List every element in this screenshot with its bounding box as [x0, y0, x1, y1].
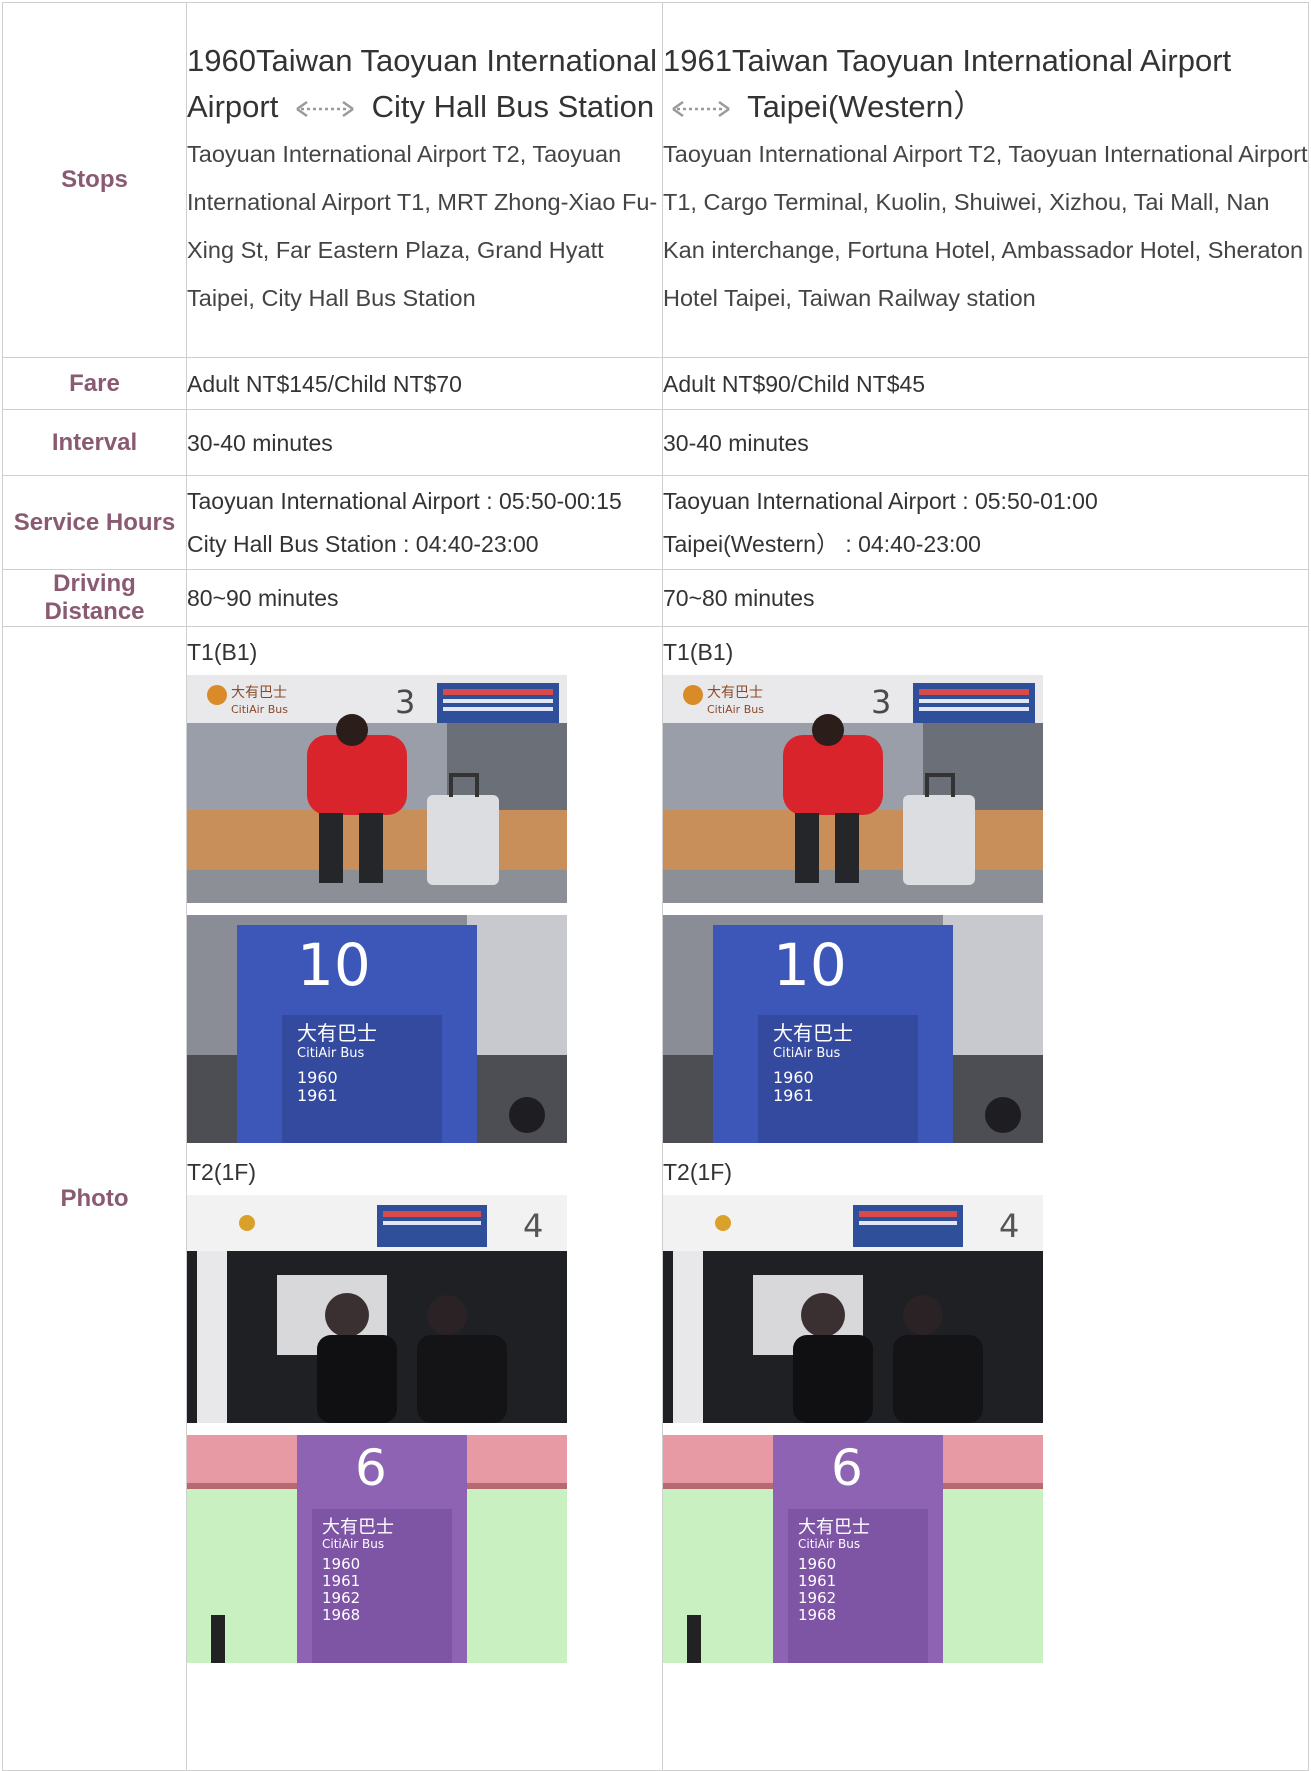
stops-col2: 1961Taiwan Taoyuan International Airport…: [662, 2, 1309, 358]
photo-gate-10: 10 大有巴士 CitiAir Bus 1960 1961: [187, 915, 567, 1143]
route-from: Taiwan Taoyuan International Airport: [731, 43, 1232, 78]
photo-counter-3: 大有巴士 CitiAir Bus 3: [187, 675, 567, 903]
photo-col1: T1(B1) 大有巴士 CitiAir Bus 3 10 大有巴士 CitiAi…: [186, 626, 663, 1771]
double-arrow-icon: [672, 100, 730, 117]
counter-number: 4: [523, 1207, 543, 1245]
service-hours-line: Taoyuan International Airport : 05:50-01…: [663, 487, 1098, 514]
gate-route-1: 1960: [798, 1555, 836, 1573]
row-service-hours: Service Hours Taoyuan International Airp…: [2, 475, 1309, 570]
route-to: City Hall Bus Station: [371, 89, 655, 124]
row-stops: Stops 1960Taiwan Taoyuan International A…: [2, 2, 1309, 358]
photo-label-t1: T1(B1): [663, 639, 734, 665]
counter-logo-text: 大有巴士: [707, 685, 763, 701]
gate-route-1: 1960: [322, 1555, 360, 1573]
stops-list: Taoyuan International Airport T2, Taoyua…: [663, 141, 1308, 311]
photo-label-t2: T2(1F): [187, 1159, 256, 1185]
photo-gate-6: 6 大有巴士 CitiAir Bus 1960 1961 1962 1968: [187, 1435, 567, 1663]
gate-number: 10: [297, 931, 371, 999]
row-driving-distance: Driving Distance 80~90 minutes 70~80 min…: [2, 569, 1309, 627]
gate-route-3: 1962: [322, 1589, 360, 1607]
gate-route-2: 1961: [297, 1086, 338, 1105]
gate-sign-en: CitiAir Bus: [773, 1046, 841, 1061]
bus-route-table: Stops 1960Taiwan Taoyuan International A…: [2, 2, 1309, 1771]
photo-counter-4: 4: [187, 1195, 567, 1423]
gate-route-2: 1961: [773, 1086, 814, 1105]
counter-logo-en: CitiAir Bus: [707, 703, 764, 716]
counter-logo-text: 大有巴士: [231, 685, 287, 701]
counter-logo-en: CitiAir Bus: [231, 703, 288, 716]
gate-sign-en: CitiAir Bus: [322, 1537, 384, 1551]
fare-col2: Adult NT$90/Child NT$45: [662, 357, 1309, 410]
gate-number: 6: [831, 1439, 863, 1497]
gate-number: 10: [773, 931, 847, 999]
gate-route-2: 1961: [798, 1572, 836, 1590]
route-number: 1961: [663, 43, 732, 78]
gate-sign-cn: 大有巴士: [322, 1517, 394, 1538]
gate-route-2: 1961: [322, 1572, 360, 1590]
stops-list: Taoyuan International Airport T2, Taoyua…: [187, 141, 658, 311]
header-fare: Fare: [2, 357, 187, 410]
gate-number: 6: [355, 1439, 387, 1497]
counter-number: 3: [395, 683, 415, 721]
row-fare: Fare Adult NT$145/Child NT$70 Adult NT$9…: [2, 357, 1309, 410]
route-to: Taipei(Western）: [747, 89, 985, 124]
service-hours-line: Taipei(Western） : 04:40-23:00: [663, 530, 981, 557]
route-title-1960: 1960Taiwan Taoyuan International Airport…: [187, 38, 662, 130]
gate-sign-cn: 大有巴士: [297, 1021, 377, 1045]
photo-gate-10: 10 大有巴士 CitiAir Bus 1960 1961: [663, 915, 1043, 1143]
photo-counter-3: 大有巴士 CitiAir Bus 3: [663, 675, 1043, 903]
route-number: 1960: [187, 43, 256, 78]
gate-route-4: 1968: [322, 1606, 360, 1624]
interval-col1: 30-40 minutes: [186, 409, 663, 476]
driving-distance-col2: 70~80 minutes: [662, 569, 1309, 627]
header-driving-distance: Driving Distance: [2, 569, 187, 627]
service-hours-line: City Hall Bus Station : 04:40-23:00: [187, 530, 539, 557]
gate-sign-en: CitiAir Bus: [297, 1046, 365, 1061]
counter-number: 3: [871, 683, 891, 721]
header-photo: Photo: [2, 626, 187, 1771]
photo-label-t2: T2(1F): [663, 1159, 732, 1185]
photo-label-t1: T1(B1): [187, 639, 258, 665]
fare-col1: Adult NT$145/Child NT$70: [186, 357, 663, 410]
photo-col2: T1(B1) 大有巴士 CitiAir Bus 3 10 大有巴士 CitiAi…: [662, 626, 1309, 1771]
gate-sign-cn: 大有巴士: [773, 1021, 853, 1045]
double-arrow-icon: [296, 100, 354, 117]
photo-counter-4: 4: [663, 1195, 1043, 1423]
interval-col2: 30-40 minutes: [662, 409, 1309, 476]
driving-distance-col1: 80~90 minutes: [186, 569, 663, 627]
service-hours-col1: Taoyuan International Airport : 05:50-00…: [186, 475, 663, 570]
gate-sign-cn: 大有巴士: [798, 1517, 870, 1538]
service-hours-line: Taoyuan International Airport : 05:50-00…: [187, 487, 622, 514]
route-title-1961: 1961Taiwan Taoyuan International Airport…: [663, 38, 1308, 130]
gate-route-1: 1960: [773, 1068, 814, 1087]
gate-route-1: 1960: [297, 1068, 338, 1087]
row-interval: Interval 30-40 minutes 30-40 minutes: [2, 409, 1309, 476]
header-interval: Interval: [2, 409, 187, 476]
photo-gate-6: 6 大有巴士 CitiAir Bus 1960 1961 1962 1968: [663, 1435, 1043, 1663]
row-photo: Photo T1(B1) 大有巴士 CitiAir Bus 3 10 大有巴士 …: [2, 626, 1309, 1771]
stops-col1: 1960Taiwan Taoyuan International Airport…: [186, 2, 663, 358]
service-hours-col2: Taoyuan International Airport : 05:50-01…: [662, 475, 1309, 570]
header-stops: Stops: [2, 2, 187, 358]
gate-route-4: 1968: [798, 1606, 836, 1624]
header-service-hours: Service Hours: [2, 475, 187, 570]
gate-route-3: 1962: [798, 1589, 836, 1607]
counter-number: 4: [999, 1207, 1019, 1245]
gate-sign-en: CitiAir Bus: [798, 1537, 860, 1551]
